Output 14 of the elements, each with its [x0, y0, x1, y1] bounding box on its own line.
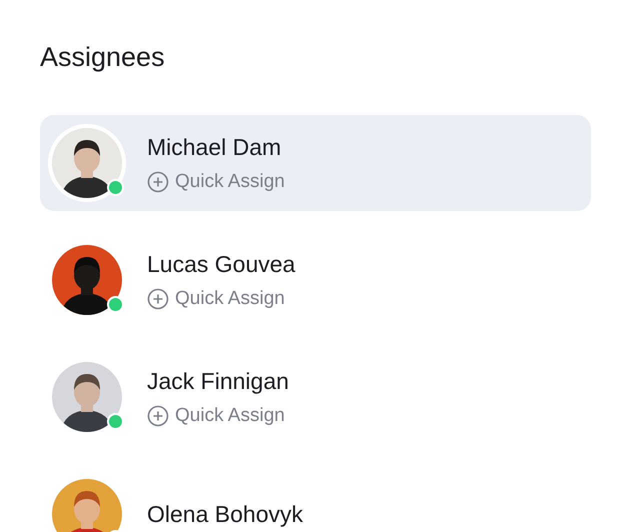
add-icon — [147, 288, 169, 310]
add-icon — [147, 405, 169, 427]
assignee-name: Lucas Gouvea — [147, 250, 296, 279]
assignee-row[interactable]: Lucas Gouvea Quick Assign — [40, 232, 591, 328]
add-icon — [147, 171, 169, 193]
assignee-name: Jack Finnigan — [147, 367, 289, 396]
assignee-name: Olena Bohovyk — [147, 500, 303, 529]
section-title: Assignees — [40, 41, 166, 74]
assignee-row[interactable]: Jack Finnigan Quick Assign — [40, 349, 591, 445]
quick-assign-link[interactable]: Quick Assign — [147, 404, 285, 428]
quick-assign-link[interactable]: Quick Assign — [147, 287, 285, 311]
assignee-row[interactable]: Olena Bohovyk — [40, 466, 591, 532]
selected-assignee-row[interactable]: Michael Dam Quick Assign — [40, 115, 591, 211]
assignee-name: Michael Dam — [147, 133, 282, 162]
